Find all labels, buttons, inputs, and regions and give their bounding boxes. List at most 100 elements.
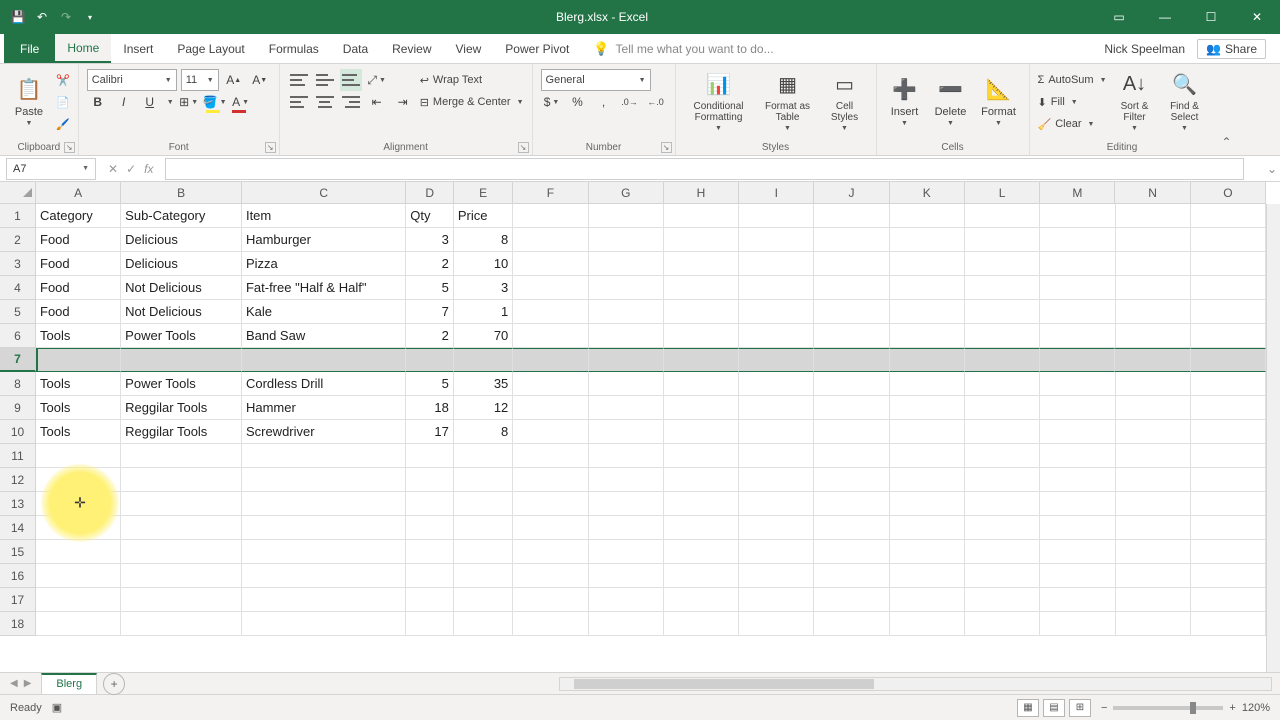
cell[interactable] — [965, 492, 1040, 516]
cell[interactable] — [121, 348, 242, 372]
cell[interactable] — [589, 396, 664, 420]
cell[interactable] — [739, 372, 814, 396]
cell[interactable] — [36, 492, 121, 516]
cell[interactable] — [664, 348, 739, 372]
cell[interactable] — [739, 516, 814, 540]
cell[interactable] — [242, 492, 406, 516]
merge-center-button[interactable]: ⊟Merge & Center▼ — [420, 92, 524, 112]
cell[interactable] — [1116, 564, 1191, 588]
row-header[interactable]: 12 — [0, 468, 36, 492]
column-header[interactable]: E — [454, 182, 513, 204]
normal-view-icon[interactable]: ▦ — [1017, 699, 1039, 717]
cell[interactable] — [664, 372, 739, 396]
cell[interactable]: 2 — [406, 252, 454, 276]
cell[interactable] — [589, 228, 664, 252]
column-header[interactable]: J — [814, 182, 889, 204]
borders-button[interactable]: ⊞▼ — [178, 91, 200, 113]
cell[interactable] — [890, 228, 965, 252]
cell[interactable] — [589, 276, 664, 300]
cell[interactable]: Food — [36, 276, 121, 300]
cell[interactable] — [664, 300, 739, 324]
row-header[interactable]: 11 — [0, 444, 36, 468]
column-header[interactable]: L — [965, 182, 1040, 204]
cell[interactable] — [739, 396, 814, 420]
font-name-select[interactable]: Calibri▼ — [87, 69, 177, 91]
align-middle-icon[interactable] — [314, 69, 336, 91]
cell[interactable] — [664, 492, 739, 516]
percent-format-button[interactable]: % — [567, 91, 589, 113]
cell[interactable] — [1040, 276, 1115, 300]
redo-icon[interactable]: ↷ — [58, 9, 74, 25]
cell[interactable] — [406, 588, 454, 612]
cell[interactable] — [242, 444, 406, 468]
cell[interactable] — [664, 420, 739, 444]
align-left-icon[interactable] — [288, 91, 310, 113]
column-header[interactable]: K — [890, 182, 965, 204]
cell[interactable] — [1116, 612, 1191, 636]
cell[interactable]: 1 — [454, 300, 513, 324]
cell[interactable] — [513, 492, 588, 516]
cell[interactable] — [890, 276, 965, 300]
cell[interactable] — [513, 276, 588, 300]
tab-page-layout[interactable]: Page Layout — [165, 34, 256, 63]
cell[interactable] — [1191, 396, 1266, 420]
cell[interactable] — [1040, 228, 1115, 252]
cell[interactable] — [513, 444, 588, 468]
row-header[interactable]: 10 — [0, 420, 36, 444]
cell[interactable] — [739, 564, 814, 588]
tab-formulas[interactable]: Formulas — [257, 34, 331, 63]
cell[interactable] — [890, 372, 965, 396]
sort-filter-button[interactable]: A↓Sort & Filter▼ — [1113, 68, 1157, 134]
cell[interactable] — [589, 300, 664, 324]
cell[interactable] — [965, 276, 1040, 300]
format-as-table-button[interactable]: ▦ Format as Table ▼ — [760, 68, 816, 134]
cell[interactable] — [513, 204, 588, 228]
cell[interactable] — [814, 204, 889, 228]
cell[interactable]: Food — [36, 300, 121, 324]
cell[interactable]: Category — [36, 204, 121, 228]
cell[interactable]: Qty — [406, 204, 454, 228]
cell[interactable] — [454, 612, 513, 636]
cell[interactable] — [739, 228, 814, 252]
cell[interactable]: 70 — [454, 324, 513, 348]
share-button[interactable]: 👥 Share — [1197, 39, 1266, 59]
cell[interactable] — [664, 516, 739, 540]
cell[interactable] — [121, 444, 242, 468]
cell[interactable] — [1116, 468, 1191, 492]
cell[interactable] — [36, 612, 121, 636]
cell[interactable] — [965, 516, 1040, 540]
cell[interactable] — [1040, 588, 1115, 612]
zoom-level[interactable]: 120% — [1242, 702, 1270, 714]
cell[interactable] — [1040, 516, 1115, 540]
cell[interactable] — [814, 540, 889, 564]
row-header[interactable]: 14 — [0, 516, 36, 540]
decrease-decimal-button[interactable]: ←.0 — [645, 91, 667, 113]
cell[interactable] — [454, 348, 513, 372]
cell[interactable] — [589, 348, 664, 372]
cell[interactable] — [1191, 204, 1266, 228]
cell[interactable] — [36, 516, 121, 540]
cell[interactable] — [513, 228, 588, 252]
cell[interactable] — [1191, 612, 1266, 636]
zoom-out-icon[interactable]: − — [1101, 702, 1107, 714]
column-header[interactable]: B — [121, 182, 242, 204]
cell[interactable] — [1191, 588, 1266, 612]
comma-format-button[interactable]: , — [593, 91, 615, 113]
cell[interactable] — [121, 516, 242, 540]
cell[interactable] — [1040, 612, 1115, 636]
row-header[interactable]: 2 — [0, 228, 36, 252]
cell[interactable] — [1116, 516, 1191, 540]
cell[interactable] — [589, 516, 664, 540]
cell[interactable] — [1191, 492, 1266, 516]
minimize-icon[interactable]: — — [1142, 0, 1188, 34]
launcher-icon[interactable]: ↘ — [518, 142, 529, 153]
cell[interactable] — [242, 468, 406, 492]
zoom-in-icon[interactable]: + — [1229, 702, 1235, 714]
expand-formula-bar-icon[interactable]: ⌄ — [1264, 162, 1280, 176]
cell[interactable] — [121, 612, 242, 636]
cell[interactable] — [454, 468, 513, 492]
cell[interactable] — [1040, 204, 1115, 228]
cell[interactable] — [1040, 372, 1115, 396]
cell[interactable]: Power Tools — [121, 324, 242, 348]
cell[interactable] — [814, 612, 889, 636]
